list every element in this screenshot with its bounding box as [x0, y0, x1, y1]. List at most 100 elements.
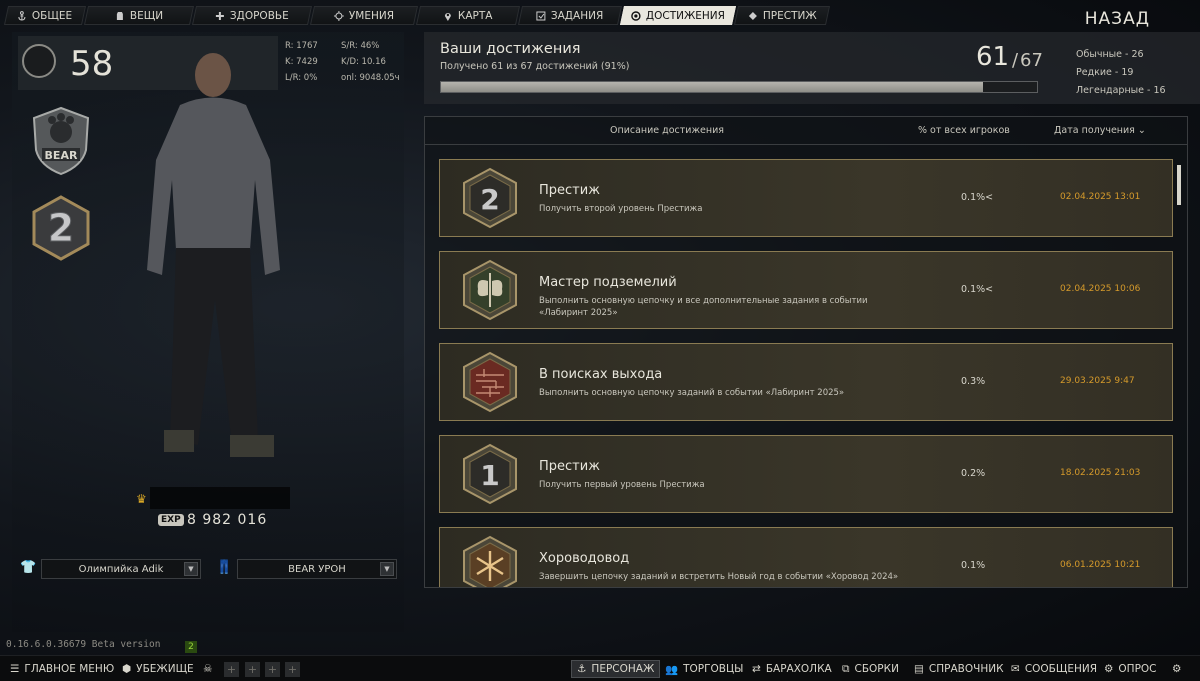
empty-slot-button[interactable]: + — [245, 662, 260, 677]
tab-label: ПРЕСТИЖ — [762, 9, 817, 22]
player-name-bar — [150, 487, 290, 509]
column-description[interactable]: Описание достижения — [610, 125, 724, 136]
achievements-progress-bar — [440, 81, 1038, 93]
builds-label: СБОРКИ — [854, 663, 899, 675]
tab-achievements[interactable]: ДОСТИЖЕНИЯ — [619, 6, 737, 25]
achievement-name: Престиж — [539, 459, 600, 474]
stat-kd: K/D: 10.16 — [341, 57, 386, 67]
scroll-thumb[interactable] — [1177, 165, 1181, 205]
bottom-bar: ☰ ГЛАВНОЕ МЕНЮ ⬢ УБЕЖИЩЕ ☠ + + + + ⚓ ПЕРСОН… — [0, 655, 1200, 681]
achievement-description: Получить второй уровень Престижа — [539, 204, 703, 214]
tab-label: ЗАДАНИЯ — [551, 9, 604, 22]
achievement-name: Престиж — [539, 183, 600, 198]
svg-text:2: 2 — [480, 183, 499, 216]
prestige-1-icon: 1 — [463, 443, 517, 505]
version-label: 0.16.6.0.36679 Beta version — [6, 639, 161, 650]
empty-slot-button[interactable]: + — [224, 662, 239, 677]
achievement-row[interactable]: 1 Престиж Получить первый уровень Прести… — [439, 435, 1173, 513]
flea-market-button[interactable]: ⇄ БАРАХОЛКА — [752, 660, 832, 678]
achievement-percent: 0.2% — [961, 468, 986, 479]
rarity-legendary: Легендарные - 16 — [1076, 85, 1166, 96]
list-scrollbar[interactable] — [1177, 159, 1181, 587]
tab-map[interactable]: КАРТА — [415, 6, 521, 25]
achievements-count: 61 — [976, 42, 1010, 72]
column-date-sort[interactable]: Дата получения ⌄ — [1054, 125, 1146, 136]
tab-label: ДОСТИЖЕНИЯ — [645, 9, 726, 22]
messages-button[interactable]: ✉ СООБЩЕНИЯ — [1011, 660, 1097, 678]
tasks-icon — [536, 11, 546, 20]
achievement-row[interactable]: 2 Престиж Получить второй уровень Прести… — [439, 159, 1173, 237]
handbook-button[interactable]: ▤ СПРАВОЧНИК — [914, 660, 1004, 678]
tab-items[interactable]: ВЕЩИ — [83, 6, 195, 25]
achievements-total: 67 — [1020, 50, 1043, 71]
book-icon: ▤ — [914, 663, 924, 675]
rarity-common: Обычные - 26 — [1076, 49, 1144, 60]
svg-text:1: 1 — [480, 459, 499, 492]
achievement-row[interactable]: В поисках выхода Выполнить основную цепо… — [439, 343, 1173, 421]
handbook-label: СПРАВОЧНИК — [928, 663, 1004, 675]
version-badge: 2 — [185, 641, 197, 653]
stat-survival-rate: S/R: 46% — [341, 41, 380, 51]
shirt-icon: 👕 — [20, 560, 37, 575]
prestige-level-badge-icon: 2 — [32, 195, 90, 261]
map-pin-icon — [445, 12, 452, 21]
crown-icon: ♛ — [136, 492, 147, 506]
chevron-down-icon[interactable]: ▼ — [184, 562, 198, 576]
back-button[interactable]: НАЗАД — [1085, 9, 1150, 29]
tab-prestige[interactable]: ПРЕСТИЖ — [733, 6, 831, 25]
empty-slot-button[interactable]: + — [265, 662, 280, 677]
rarity-rare: Редкие - 19 — [1076, 67, 1134, 78]
anchor-icon — [18, 10, 26, 21]
achievement-description: Выполнить основную цепочку и все дополни… — [539, 296, 868, 318]
rarity-breakdown: Обычные - 26 Редкие - 19 Легендарные - 1… — [1076, 46, 1166, 100]
pants-icon: 👖 — [216, 560, 233, 575]
summary-subtitle: Получено 61 из 67 достижений (91%) — [440, 61, 630, 72]
hexagon-icon: ⬢ — [122, 663, 132, 675]
achievement-date: 18.02.2025 21:03 — [1060, 468, 1141, 478]
achievements-list: 2 Престиж Получить второй уровень Прести… — [439, 159, 1173, 587]
tab-label: КАРТА — [458, 9, 493, 22]
achievement-row[interactable]: Хороводовод Завершить цепочку заданий и … — [439, 527, 1173, 587]
outfit-bottom-select[interactable]: BEAR УРОН ▼ — [237, 559, 397, 579]
achievements-table: Описание достижения % от всех игроков Да… — [424, 116, 1188, 588]
survey-icon: ⚙ — [1104, 663, 1114, 675]
achievement-row[interactable]: Мастер подземелий Выполнить основную цеп… — [439, 251, 1173, 329]
exp-value: 8 982 016 — [187, 512, 268, 528]
messages-label: СООБЩЕНИЯ — [1024, 663, 1098, 675]
count-separator: / — [1012, 50, 1019, 71]
summary-title: Ваши достижения — [440, 41, 581, 57]
chat-icon: ✉ — [1011, 663, 1020, 675]
hideout-button[interactable]: ⬢ УБЕЖИЩЕ — [122, 660, 194, 678]
chevron-down-icon[interactable]: ▼ — [380, 562, 394, 576]
gear-icon: ⚙ — [1172, 663, 1182, 675]
settings-button[interactable]: ⚙ — [1172, 660, 1181, 678]
main-menu-button[interactable]: ☰ ГЛАВНОЕ МЕНЮ — [10, 660, 114, 678]
player-level: 58 — [70, 44, 114, 84]
traders-button[interactable]: 👥 ТОРГОВЦЫ — [665, 660, 743, 678]
skull-button[interactable]: ☠ — [203, 660, 212, 678]
achievement-percent: 0.1%< — [961, 192, 994, 203]
character-button[interactable]: ⚓ ПЕРСОНАЖ — [571, 660, 661, 678]
prestige-level-number: 2 — [48, 206, 74, 250]
table-header: Описание достижения % от всех игроков Да… — [425, 117, 1187, 145]
achievement-date: 06.01.2025 10:21 — [1060, 560, 1141, 570]
survey-button[interactable]: ⚙ ОПРОС — [1104, 660, 1157, 678]
outfit-top-select[interactable]: Олимпийка Adik ▼ — [41, 559, 201, 579]
empty-slot-button[interactable]: + — [285, 662, 300, 677]
achievement-description: Получить первый уровень Престижа — [539, 480, 705, 490]
column-percent[interactable]: % от всех игроков — [918, 125, 1010, 136]
skull-icon: ☠ — [203, 663, 213, 675]
tab-tasks[interactable]: ЗАДАНИЯ — [517, 6, 623, 25]
tab-general[interactable]: ОБЩЕЕ — [3, 6, 87, 25]
flea-icon: ⇄ — [752, 663, 761, 675]
achievement-description: Выполнить основную цепочку заданий в соб… — [539, 388, 845, 398]
character-model[interactable] — [120, 50, 310, 475]
builds-button[interactable]: ⧉ СБОРКИ — [842, 660, 899, 678]
traders-icon: 👥 — [665, 663, 679, 676]
tab-health[interactable]: ЗДОРОВЬЕ — [191, 6, 313, 25]
tab-skills[interactable]: УМЕНИЯ — [309, 6, 419, 25]
builds-icon: ⧉ — [842, 662, 850, 675]
survey-label: ОПРОС — [1118, 663, 1157, 675]
achievement-icon — [631, 10, 641, 21]
skills-icon — [333, 10, 344, 21]
